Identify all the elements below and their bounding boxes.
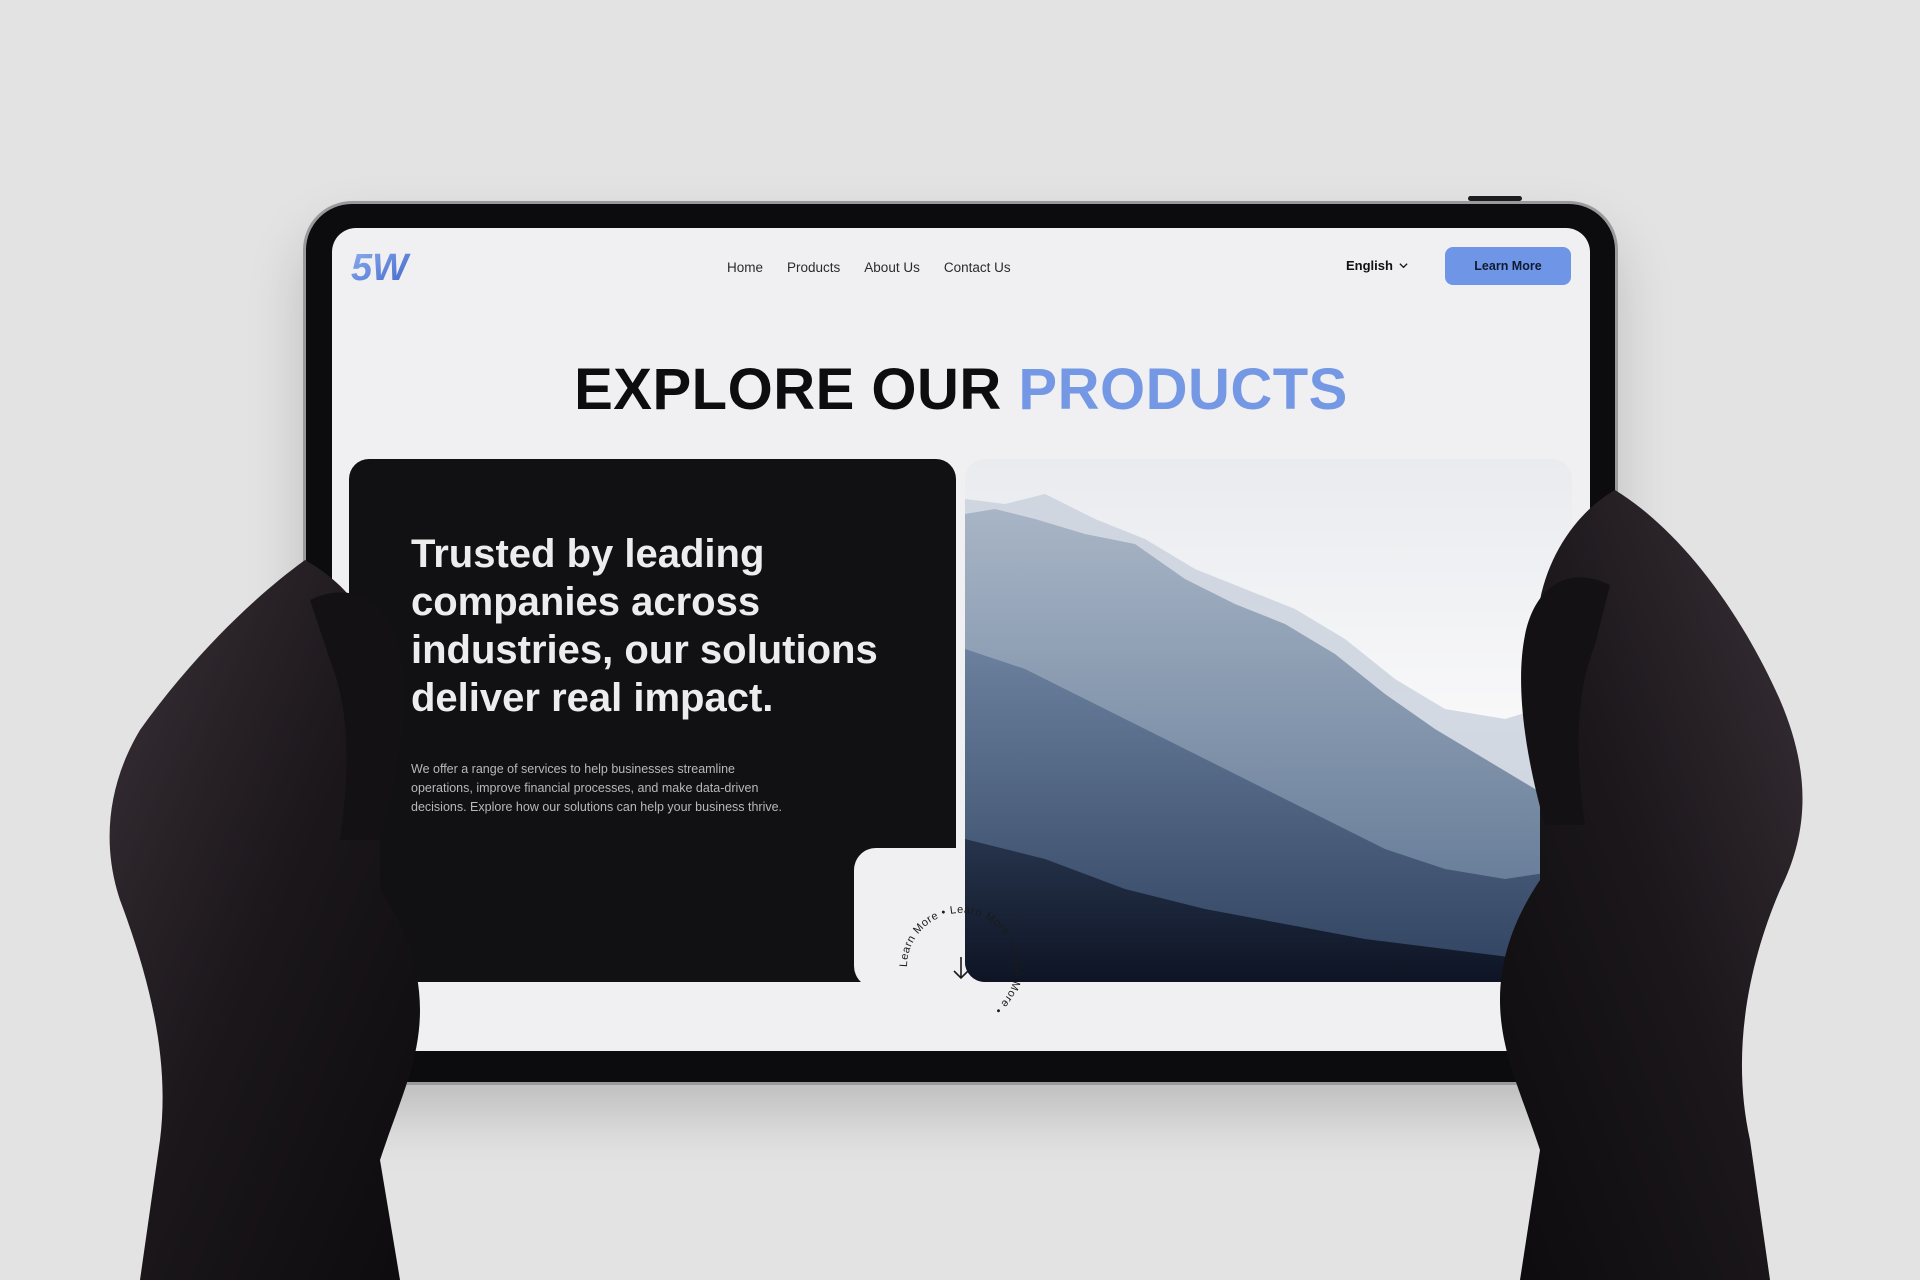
arrow-down-icon (953, 957, 969, 980)
nav-home[interactable]: Home (727, 260, 763, 275)
tablet-power-button (1468, 196, 1522, 201)
chevron-down-icon (1399, 263, 1408, 269)
nav-about-us[interactable]: About Us (864, 260, 920, 275)
page-title-main: EXPLORE OUR (574, 357, 1019, 422)
feature-card-description: We offer a range of services to help bus… (411, 762, 783, 814)
page-title: EXPLORE OUR PRODUCTS (332, 356, 1590, 423)
logo-text: 5W (351, 247, 411, 286)
language-selector[interactable]: English (1346, 258, 1409, 273)
mockup-scene: 5W Home Products About Us Contact Us Eng… (0, 0, 1920, 1280)
main-nav: Home Products About Us Contact Us (727, 260, 1011, 275)
scroll-learn-more-badge[interactable]: Learn More • Learn More • Learn More • (894, 900, 1028, 1034)
language-label: English (1346, 258, 1393, 273)
nav-contact-us[interactable]: Contact Us (944, 260, 1011, 275)
feature-card-title: Trusted by leading companies across indu… (411, 532, 878, 720)
brand-logo[interactable]: 5W (349, 246, 421, 286)
nav-products[interactable]: Products (787, 260, 840, 275)
left-hand (109, 560, 420, 1280)
page-title-accent: PRODUCTS (1018, 357, 1348, 422)
right-hand (1500, 490, 1803, 1280)
learn-more-button[interactable]: Learn More (1445, 247, 1571, 285)
website-screen: 5W Home Products About Us Contact Us Eng… (332, 228, 1590, 1051)
